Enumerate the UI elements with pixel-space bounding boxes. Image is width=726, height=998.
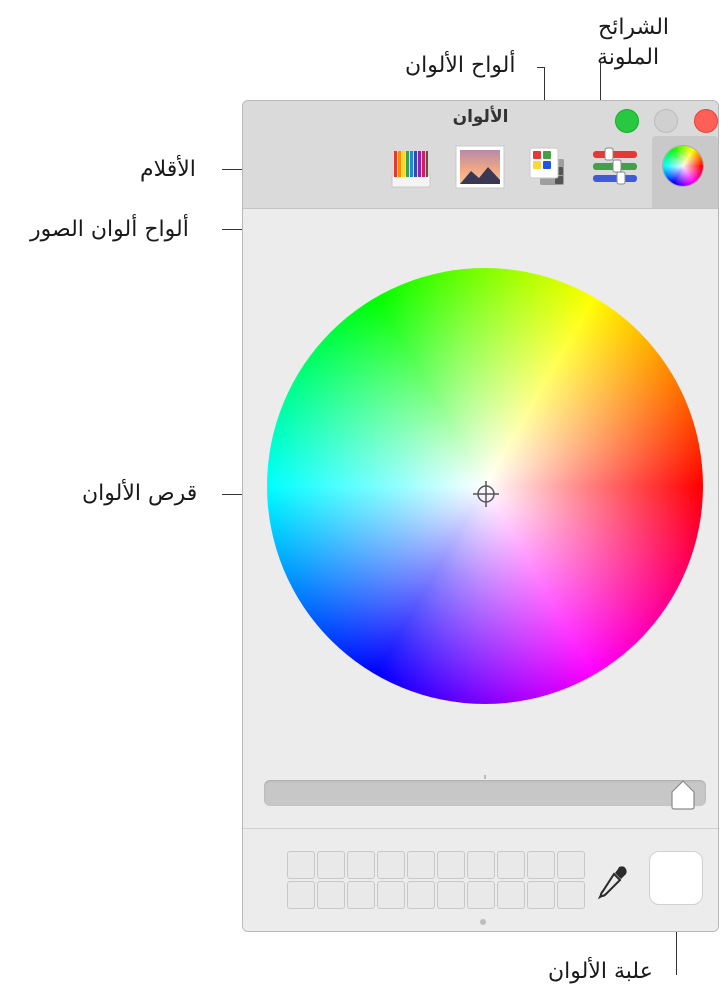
- callout-pencils: الأقلام: [140, 157, 196, 182]
- swatch-cell[interactable]: [497, 851, 525, 879]
- pencils-icon: [391, 151, 431, 188]
- callout-color-palettes: ألواح الألوان: [405, 53, 516, 78]
- sliders-icon: [593, 147, 637, 185]
- color-well[interactable]: [649, 851, 703, 905]
- swatch-cell[interactable]: [407, 851, 435, 879]
- swatch-cell[interactable]: [287, 881, 315, 909]
- slider-tick: [484, 775, 486, 779]
- callout-color-sliders-line2: الملونة: [597, 45, 660, 70]
- image-palette-icon: [455, 145, 505, 189]
- window-title: الألوان: [452, 107, 509, 127]
- swatch-grid: [287, 851, 585, 909]
- swatch-cell[interactable]: [287, 851, 315, 879]
- swatch-cell[interactable]: [377, 851, 405, 879]
- titlebar: الألوان: [243, 101, 718, 209]
- swatch-cell[interactable]: [377, 881, 405, 909]
- swatch-cell[interactable]: [437, 881, 465, 909]
- bottom-panel: [243, 828, 718, 931]
- brightness-slider-thumb[interactable]: [669, 778, 697, 812]
- swatch-cell[interactable]: [467, 851, 495, 879]
- tab-color-sliders[interactable]: [591, 145, 639, 189]
- resize-grip: [480, 919, 486, 925]
- swatch-cell[interactable]: [407, 881, 435, 909]
- tab-image-palettes[interactable]: [455, 145, 505, 189]
- crosshair-icon[interactable]: [473, 481, 499, 507]
- color-wheel-icon: [663, 146, 703, 186]
- swatch-cell[interactable]: [437, 851, 465, 879]
- swatch-cell[interactable]: [467, 881, 495, 909]
- swatch-cell[interactable]: [317, 881, 345, 909]
- callout-image-palettes: ألواح ألوان الصور: [30, 217, 189, 242]
- swatch-cell[interactable]: [497, 881, 525, 909]
- tab-pencils[interactable]: [389, 145, 433, 189]
- swatch-cell[interactable]: [317, 851, 345, 879]
- callout-color-wheel: قرص الألوان: [82, 481, 198, 506]
- swatch-cell[interactable]: [557, 851, 585, 879]
- colors-window: الألوان: [242, 100, 719, 932]
- brightness-slider[interactable]: [264, 780, 706, 806]
- minimize-button[interactable]: [654, 109, 678, 133]
- swatch-cell[interactable]: [527, 851, 555, 879]
- tab-color-palettes[interactable]: [527, 145, 567, 189]
- color-palette-icon: [529, 147, 564, 185]
- zoom-button[interactable]: [615, 109, 639, 133]
- swatch-cell[interactable]: [347, 881, 375, 909]
- swatch-cell[interactable]: [557, 881, 585, 909]
- close-button[interactable]: [694, 109, 718, 133]
- callout-color-well: علبة الألوان: [548, 959, 653, 984]
- swatch-cell[interactable]: [347, 851, 375, 879]
- callout-color-sliders-line1: الشرائح: [598, 15, 670, 40]
- eyedropper-icon[interactable]: [597, 864, 629, 900]
- tab-color-wheel[interactable]: [663, 146, 705, 188]
- swatch-cell[interactable]: [527, 881, 555, 909]
